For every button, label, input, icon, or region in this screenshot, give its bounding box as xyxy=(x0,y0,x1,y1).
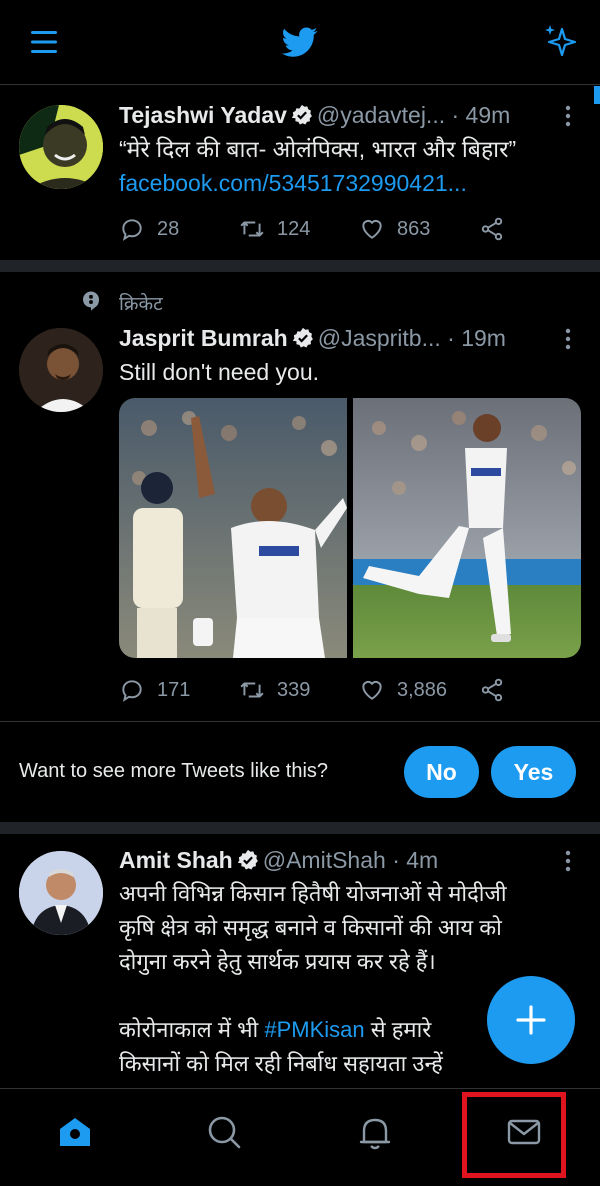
author-handle: @AmitShah xyxy=(262,847,386,873)
yes-button[interactable]: Yes xyxy=(491,746,576,798)
author-name[interactable]: Tejashwi Yadav xyxy=(119,102,287,128)
author-name[interactable]: Amit Shah xyxy=(119,847,233,873)
share-icon xyxy=(481,678,503,702)
like-count: 3,886 xyxy=(397,678,448,701)
verified-badge-icon xyxy=(237,849,258,870)
hamburger-icon[interactable] xyxy=(30,28,58,56)
like-button[interactable]: 863 xyxy=(359,213,430,245)
tweet-divider xyxy=(0,260,600,272)
retweet-count: 339 xyxy=(277,678,311,701)
avatar[interactable] xyxy=(19,851,103,935)
heart-icon xyxy=(362,680,382,700)
reply-count: 171 xyxy=(157,678,191,701)
home-icon[interactable] xyxy=(56,1113,94,1151)
no-button[interactable]: No xyxy=(404,746,479,798)
more-options-icon[interactable] xyxy=(560,849,576,873)
search-icon[interactable] xyxy=(205,1113,243,1151)
tweet-time: · 19m xyxy=(447,325,506,351)
tweet-time: · 4m xyxy=(392,847,439,873)
tweet-time: · 49m xyxy=(451,102,511,128)
share-icon xyxy=(481,217,503,241)
reply-button[interactable]: 28 xyxy=(119,213,179,245)
more-options-icon[interactable] xyxy=(560,104,576,128)
retweet-icon xyxy=(240,221,264,237)
author-handle: @Jaspritb... xyxy=(317,325,441,351)
twitter-bird-icon[interactable] xyxy=(282,24,318,60)
tweet-text-line: किसानों को मिल रही निर्बाध सहायता उन्हें xyxy=(119,1051,443,1076)
compose-tweet-button[interactable] xyxy=(487,976,575,1064)
tweet-text-line: अपनी विभिन्न किसान हितैषी योजनाओं से मोद… xyxy=(119,881,507,906)
tweet-text-line: कृषि क्षेत्र को समृद्ध बनाने व किसानों क… xyxy=(119,915,502,940)
top-app-bar xyxy=(0,0,600,85)
tweet-text-line: दोगुना करने हेतु सार्थक प्रयास कर रहे है… xyxy=(119,949,436,974)
reply-icon xyxy=(122,680,142,702)
verified-badge-icon xyxy=(292,327,313,348)
divider xyxy=(0,721,600,722)
media-photo[interactable] xyxy=(119,398,581,658)
avatar[interactable] xyxy=(19,328,103,412)
reply-icon xyxy=(122,219,142,241)
share-button[interactable] xyxy=(479,674,517,706)
retweet-button[interactable]: 339 xyxy=(239,674,310,706)
like-button[interactable]: 3,886 xyxy=(359,674,447,706)
tweet-text: Still don't need you. xyxy=(119,359,320,385)
like-count: 863 xyxy=(397,217,431,240)
tweet-text: “मेरे दिल की बात- ओलंपिक्स, भारत और बिहा… xyxy=(119,136,517,162)
tweet-text-line: से हमारे xyxy=(364,1017,432,1042)
more-options-icon[interactable] xyxy=(560,327,576,351)
tweet-link[interactable]: facebook.com/53451732990421... xyxy=(119,166,516,200)
reply-button[interactable]: 171 xyxy=(119,674,190,706)
author-handle: @yadavtej... xyxy=(316,102,446,128)
avatar[interactable] xyxy=(19,105,103,189)
share-button[interactable] xyxy=(479,213,517,245)
verified-badge-icon xyxy=(291,104,312,125)
more-tweets-prompt: Want to see more Tweets like this? xyxy=(19,760,329,782)
sparkle-icon[interactable] xyxy=(542,22,580,60)
topic-icon xyxy=(83,291,99,311)
hashtag-link[interactable]: #PMKisan xyxy=(264,1017,364,1042)
plus-icon xyxy=(516,1005,546,1035)
tweet-divider xyxy=(0,822,600,834)
scroll-indicator[interactable] xyxy=(594,86,600,104)
tweet-text-line: कोरोनाकाल में भी xyxy=(119,1017,265,1042)
retweet-button[interactable]: 124 xyxy=(239,213,310,245)
heart-icon xyxy=(362,219,382,239)
retweet-icon xyxy=(240,682,264,698)
notifications-icon[interactable] xyxy=(356,1113,394,1151)
author-name[interactable]: Jasprit Bumrah xyxy=(119,325,288,351)
retweet-count: 124 xyxy=(277,217,311,240)
topic-label[interactable]: क्रिकेट xyxy=(119,290,163,316)
messages-highlight-box xyxy=(462,1092,566,1178)
reply-count: 28 xyxy=(157,217,180,240)
tweet-text: अपनी विभिन्न किसान हितैषी योजनाओं से मोद… xyxy=(119,877,507,1081)
tweet-media[interactable] xyxy=(119,398,581,658)
